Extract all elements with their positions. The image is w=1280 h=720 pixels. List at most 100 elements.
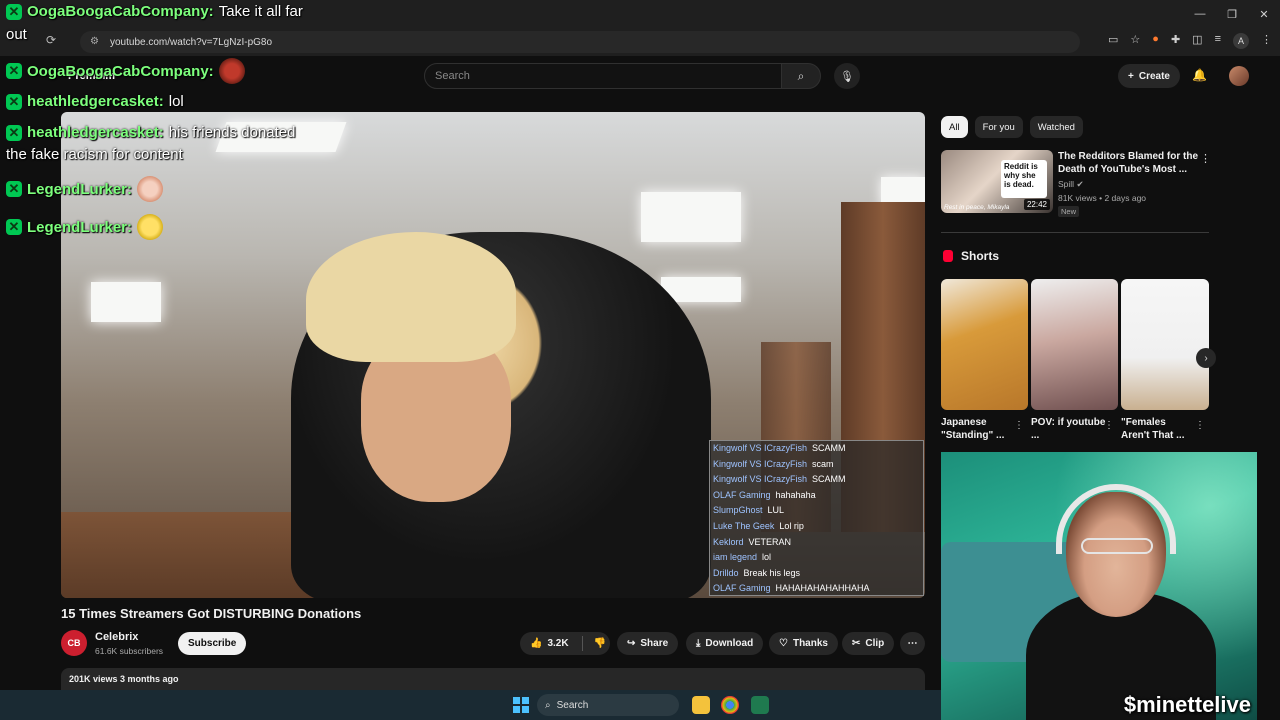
cast-icon[interactable]: ▭ — [1108, 33, 1118, 49]
chat-message: SCAMM — [812, 443, 846, 453]
thanks-label: Thanks — [792, 638, 828, 649]
chat-message: Lol rip — [779, 520, 804, 531]
list-item: Drilldo Break his legs — [713, 566, 920, 582]
like-count[interactable]: 3.2K — [547, 638, 568, 649]
channel-name[interactable]: Celebrix — [95, 631, 138, 643]
search-button[interactable]: ⌕ — [781, 63, 821, 89]
reload-icon[interactable]: ⟳ — [46, 33, 56, 47]
short-thumbnail[interactable] — [1121, 279, 1209, 410]
extension-fox-icon[interactable]: ● — [1152, 33, 1159, 49]
bookmark-star-icon[interactable]: ☆ — [1130, 33, 1140, 49]
profile-avatar[interactable]: A — [1233, 33, 1249, 49]
user-avatar[interactable] — [1229, 66, 1249, 86]
list-item: Kingwolf VS ICrazyFish SCAMM — [713, 441, 920, 457]
window-controls: — ❐ ✕ — [1184, 0, 1280, 28]
views-and-date: 201K views 3 months ago — [69, 674, 179, 684]
notifications-bell-icon[interactable]: 🔔 — [1192, 68, 1207, 82]
sidepanel-icon[interactable]: ◫ — [1192, 33, 1202, 49]
thumbs-up-icon[interactable]: 👍 — [530, 638, 542, 649]
chat-message: scam — [812, 458, 834, 469]
site-info-icon[interactable]: ⚙ — [90, 36, 102, 48]
channel-avatar[interactable]: CB — [61, 630, 87, 656]
recommended-channel[interactable]: Spill ✔ — [1058, 179, 1084, 190]
chat-user: Kingwolf VS ICrazyFish — [713, 458, 808, 469]
taskbar-search[interactable]: ⌕ Search — [537, 694, 679, 716]
chat-user: Luke The Geek — [713, 520, 775, 531]
chat-user: SlumpGhost — [713, 505, 763, 516]
chip-all[interactable]: All — [941, 116, 968, 138]
recommended-channel-name: Spill — [1058, 179, 1075, 189]
shorts-label: Shorts — [961, 249, 1000, 263]
clip-label: Clip — [865, 638, 885, 649]
chevron-right-icon: › — [1204, 352, 1208, 364]
file-explorer-icon[interactable] — [692, 696, 710, 714]
short-thumbnail[interactable] — [941, 279, 1028, 410]
toolbar-icons: ▭ ☆ ● ✚ ◫ ≡ A ⋮ — [1108, 33, 1272, 49]
short-title[interactable]: Japanese "Standing" ... — [941, 416, 1016, 442]
media-icon[interactable]: ≡ — [1215, 33, 1221, 49]
minimize-button[interactable]: — — [1184, 0, 1216, 28]
chat-user: Kingwolf VS ICrazyFish — [713, 474, 808, 485]
short-title[interactable]: POV: if youtube ... — [1031, 416, 1106, 442]
premium-logo[interactable]: Premium — [68, 70, 115, 82]
create-button[interactable]: + Create — [1118, 64, 1180, 88]
short-title[interactable]: "Females Aren't That ... — [1121, 416, 1196, 442]
shorts-next-button[interactable]: › — [1196, 348, 1216, 368]
download-icon: ⤓ — [696, 638, 701, 649]
download-label: Download — [705, 638, 754, 649]
like-dislike-group: 👍 3.2K 👎 — [520, 632, 610, 655]
search-input[interactable]: Search — [424, 63, 782, 89]
extensions-puzzle-icon[interactable]: ✚ — [1171, 33, 1180, 49]
recommended-thumbnail[interactable]: Reddit is why she is dead. Rest in peace… — [941, 150, 1053, 213]
more-horizontal-icon: ⋯ — [907, 638, 918, 649]
list-item: Kingwolf VS ICrazyFish scam — [713, 457, 920, 473]
webcam-overlay: $minettelive — [941, 452, 1257, 720]
youtube-header: Premium Search ⌕ 🎙 + Create 🔔 — [0, 56, 1280, 98]
ceiling-light — [641, 192, 741, 242]
description-box[interactable]: 201K views 3 months ago — [61, 668, 925, 692]
more-vertical-icon[interactable]: ⋮ — [1014, 420, 1024, 431]
more-vertical-icon[interactable]: ⋮ — [1195, 420, 1205, 431]
more-actions-button[interactable]: ⋯ — [900, 632, 925, 655]
chat-user: iam legend — [713, 552, 758, 563]
list-item: OLAF Gaming hahahaha — [713, 488, 920, 504]
shorts-logo-icon — [943, 250, 953, 262]
search-icon: ⌕ — [797, 68, 805, 83]
share-button[interactable]: ↪ Share — [617, 632, 679, 655]
windows-start-icon[interactable] — [513, 697, 529, 713]
download-button[interactable]: ⤓ Download — [686, 632, 764, 655]
maximize-button[interactable]: ❐ — [1216, 0, 1248, 28]
list-item: OLAF Gaming HAHAHAHAHAHHAHA — [713, 581, 920, 597]
browser-menu-icon[interactable]: ⋮ — [1261, 33, 1272, 49]
app-icon[interactable] — [751, 696, 769, 714]
voice-search-button[interactable]: 🎙 — [834, 63, 860, 89]
clip-button[interactable]: ✂ Clip — [842, 632, 895, 655]
thumbs-down-icon[interactable]: 👎 — [594, 638, 606, 649]
more-vertical-icon[interactable]: ⋮ — [1104, 420, 1114, 431]
screen: — ❐ ✕ ⟳ ⚙ youtube.com/watch?v=7LgNzI-pG8… — [0, 0, 1280, 720]
video-duration: 22:42 — [1023, 199, 1050, 210]
list-item: Keklord VETERAN — [713, 535, 920, 551]
close-button[interactable]: ✕ — [1248, 0, 1280, 28]
more-vertical-icon[interactable]: ⋮ — [1200, 152, 1211, 165]
thumbnail-card-text: Reddit is why she is dead. — [1001, 160, 1047, 198]
chip-for-you[interactable]: For you — [974, 116, 1023, 138]
chat-message: LUL — [767, 505, 785, 516]
chat-message: SCAMM — [812, 474, 846, 485]
recommended-meta: 81K views • 2 days ago — [1058, 193, 1147, 203]
chat-user: OLAF Gaming — [713, 583, 771, 594]
x-badge-icon: ✕ — [6, 124, 22, 141]
list-item: Kingwolf VS ICrazyFish SCAMM — [713, 472, 920, 488]
address-bar-row: ⟳ ⚙ youtube.com/watch?v=7LgNzI-pG8o ▭ ☆ … — [0, 28, 1280, 56]
subscribe-button[interactable]: Subscribe — [178, 632, 247, 655]
recommended-title[interactable]: The Redditors Blamed for the Death of Yo… — [1058, 150, 1198, 176]
address-bar[interactable]: ⚙ youtube.com/watch?v=7LgNzI-pG8o — [80, 31, 1080, 53]
short-thumbnail[interactable] — [1031, 279, 1118, 410]
in-video-chat: Kingwolf VS ICrazyFish SCAMM Kingwolf VS … — [709, 440, 924, 596]
search-icon: ⌕ — [545, 699, 551, 711]
chrome-icon[interactable] — [721, 696, 739, 714]
chip-watched[interactable]: Watched — [1029, 116, 1083, 138]
thanks-button[interactable]: ♡ Thanks — [769, 632, 838, 655]
plus-icon: + — [1128, 70, 1134, 82]
url-text: youtube.com/watch?v=7LgNzI-pG8o — [110, 36, 273, 48]
